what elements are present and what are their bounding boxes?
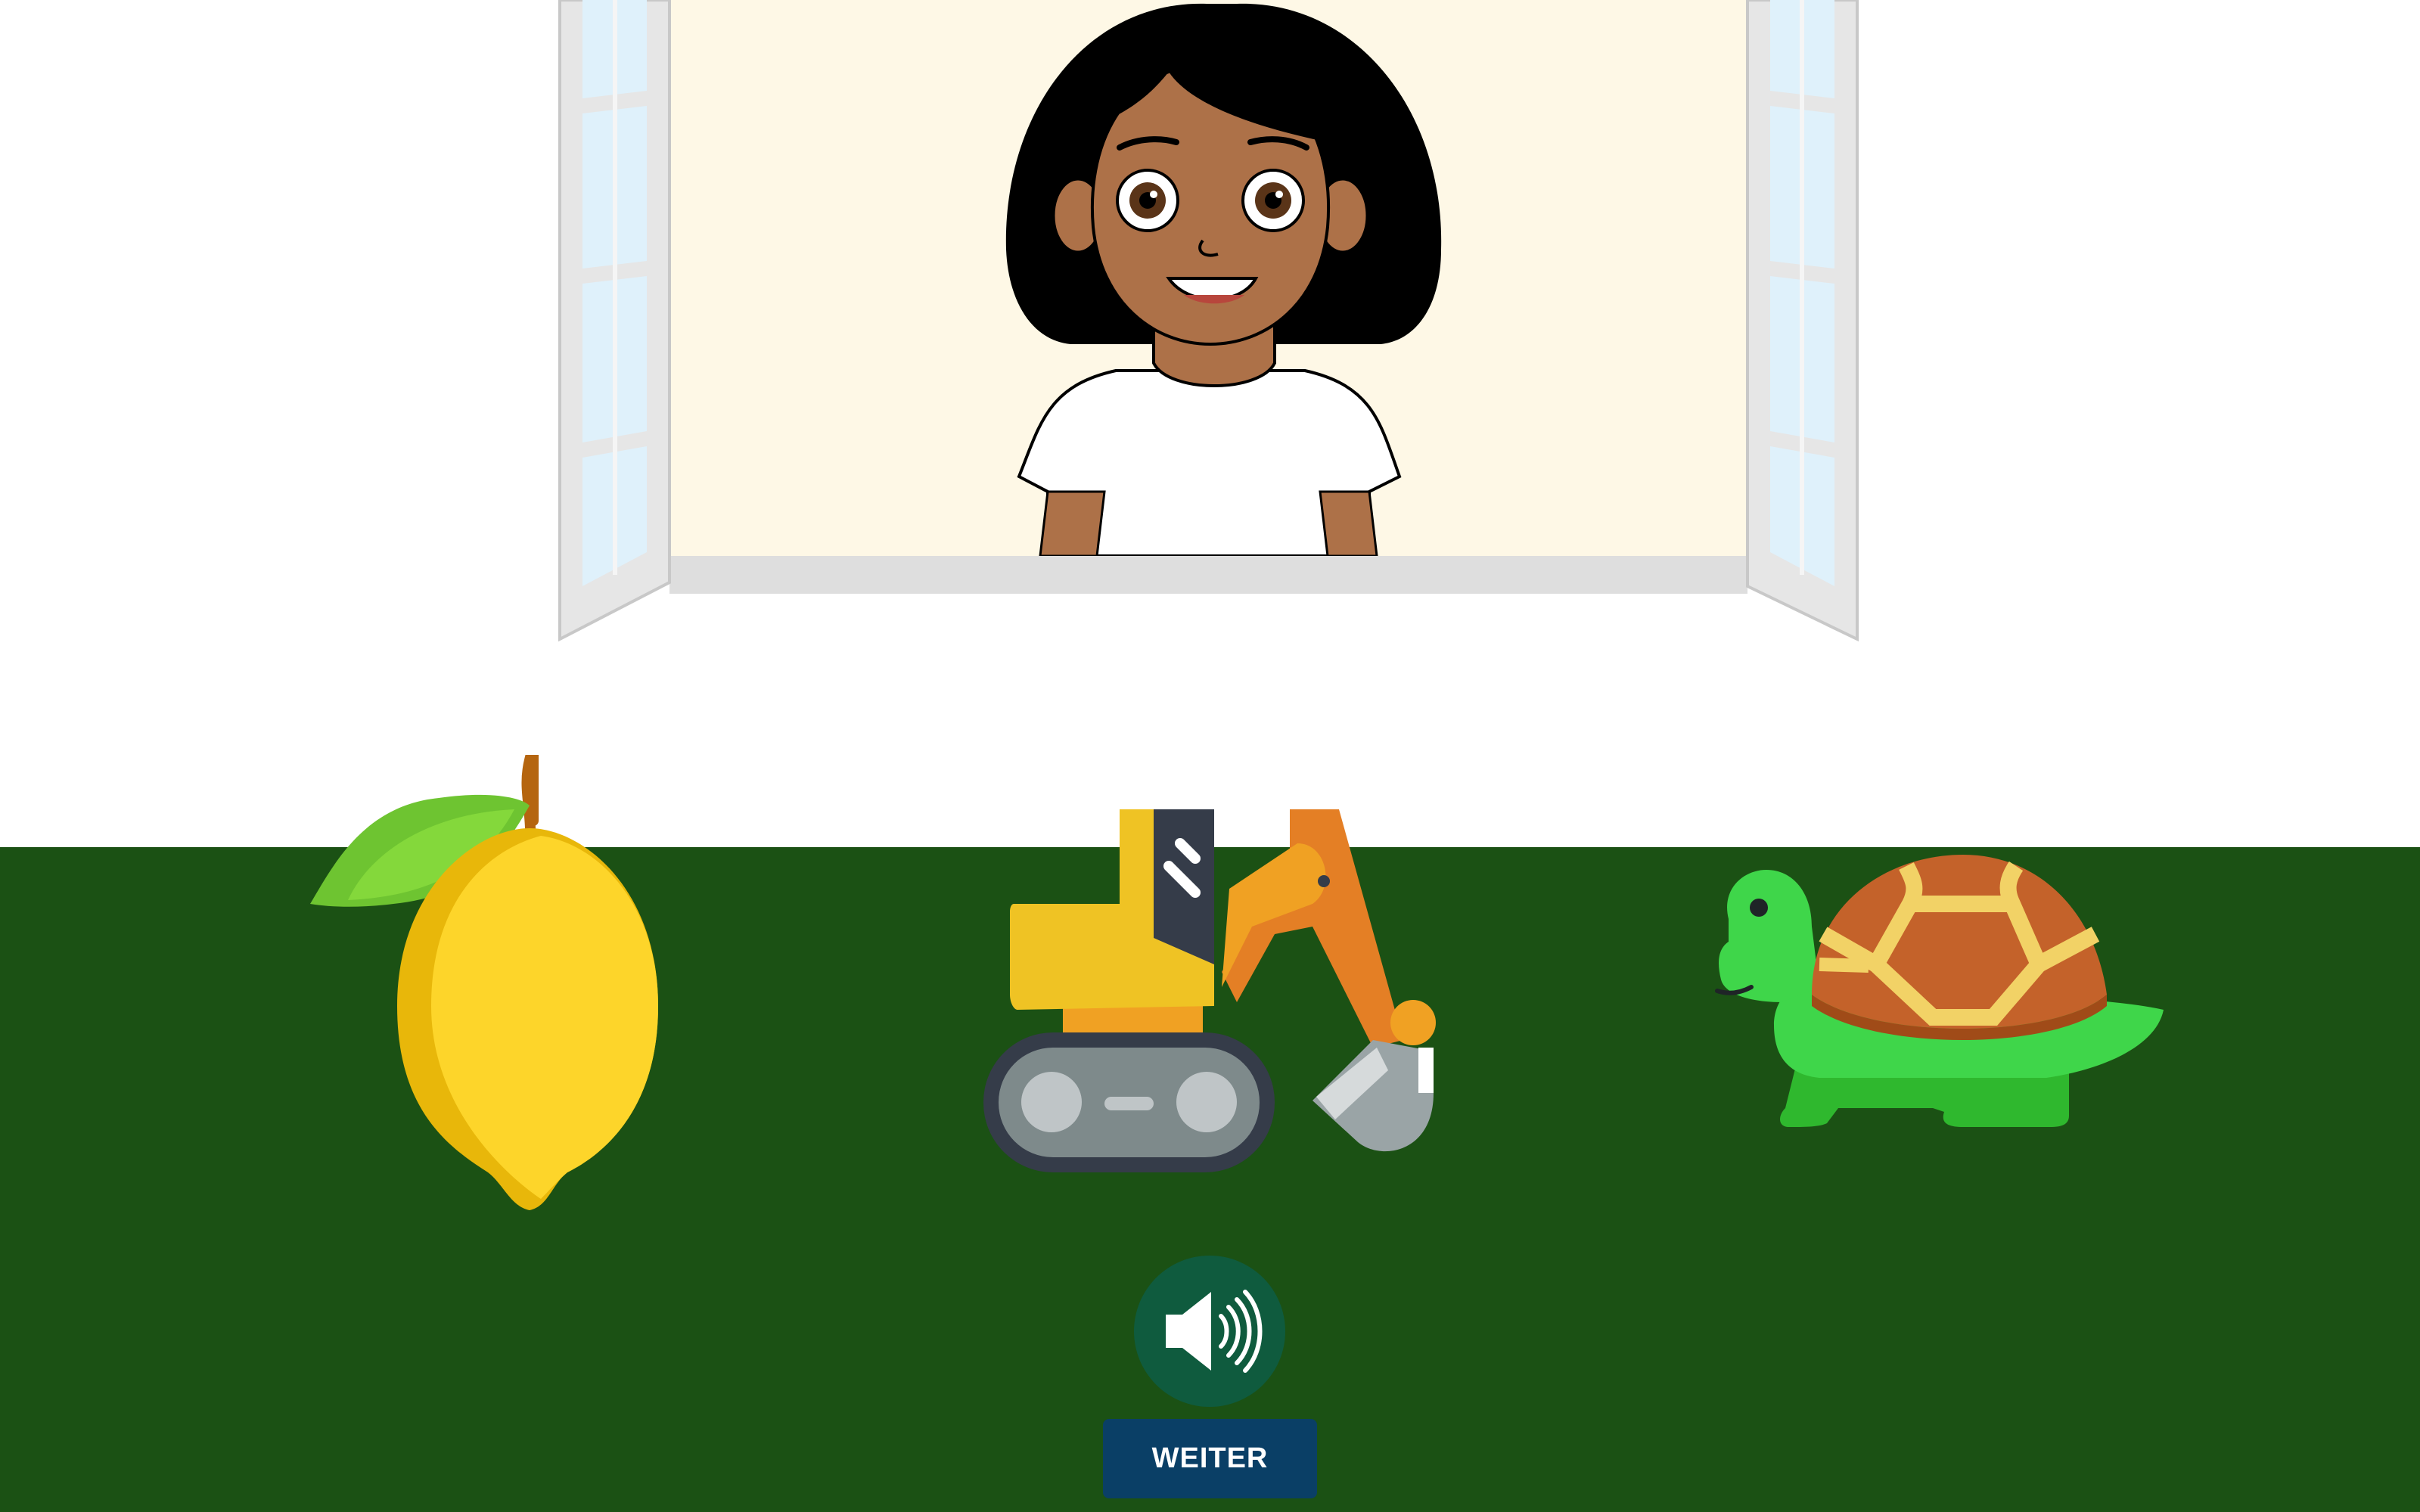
game-stage: WEITER [0, 0, 2420, 1512]
window-right-pane [1746, 0, 1859, 642]
lemon-icon[interactable] [303, 753, 673, 1225]
continue-button[interactable]: WEITER [1103, 1419, 1317, 1498]
excavator-icon[interactable] [980, 798, 1441, 1184]
window-left-pane [558, 0, 671, 642]
speaker-icon [1166, 1290, 1263, 1373]
girl-character-icon [1005, 3, 1442, 557]
play-sound-button[interactable] [1134, 1256, 1285, 1407]
window-sill [669, 556, 1747, 594]
turtle-icon[interactable] [1706, 851, 2167, 1131]
window-with-girl [558, 0, 1859, 642]
